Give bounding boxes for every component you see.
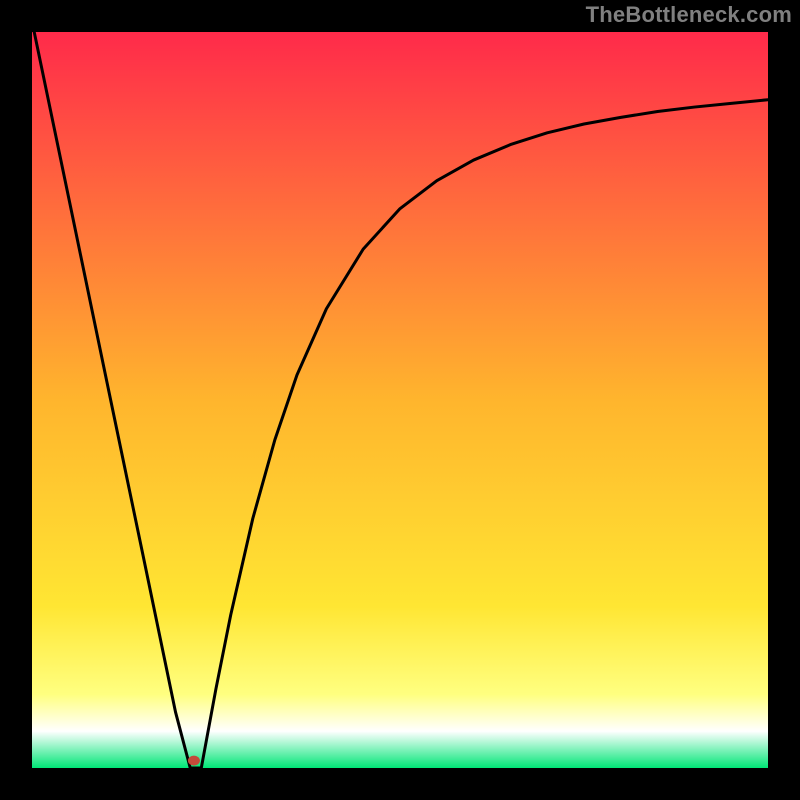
chart-background [32, 32, 768, 768]
bottleneck-chart [32, 32, 768, 768]
chart-frame [0, 0, 800, 800]
attribution-text: TheBottleneck.com [586, 2, 792, 28]
optimal-point-marker [188, 756, 200, 766]
